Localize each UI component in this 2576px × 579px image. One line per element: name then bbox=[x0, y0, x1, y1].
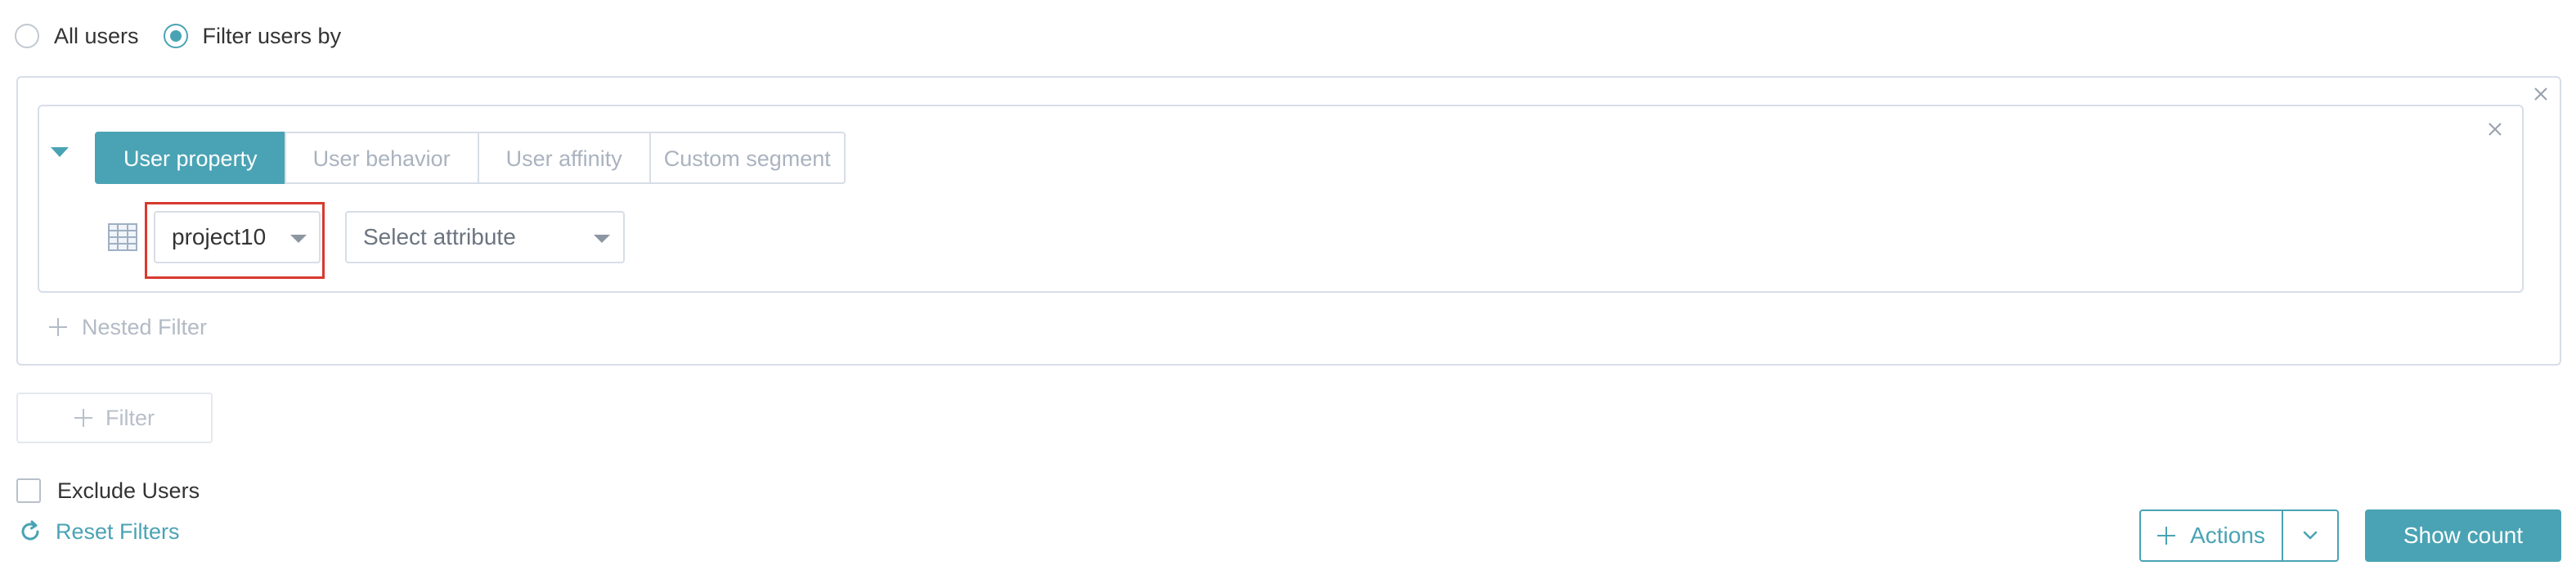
nested-filter-label: Nested Filter bbox=[82, 314, 208, 339]
table-icon bbox=[108, 223, 137, 251]
attribute-select-placeholder: Select attribute bbox=[363, 224, 516, 249]
add-filter-button[interactable]: Filter bbox=[16, 393, 213, 443]
audience-options: All users Filter users by bbox=[15, 20, 341, 52]
close-icon[interactable] bbox=[2484, 118, 2506, 141]
nested-filter-button[interactable]: Nested Filter bbox=[49, 311, 207, 343]
filter-type-tabs: User property User behavior User affinit… bbox=[95, 132, 846, 184]
project-select[interactable]: project10 bbox=[154, 211, 321, 263]
plus-icon bbox=[49, 318, 67, 336]
filter-users-by-label[interactable]: Filter users by bbox=[203, 24, 342, 49]
all-users-radio[interactable] bbox=[15, 24, 39, 48]
attribute-select[interactable]: Select attribute bbox=[345, 211, 625, 263]
show-count-button[interactable]: Show count bbox=[2365, 509, 2561, 562]
project-select-value: project10 bbox=[172, 224, 267, 249]
exclude-users-label[interactable]: Exclude Users bbox=[57, 478, 200, 504]
actions-split-button: Actions bbox=[2139, 509, 2339, 562]
chevron-down-icon bbox=[2303, 531, 2318, 540]
plus-icon bbox=[74, 409, 92, 427]
tab-user-affinity[interactable]: User affinity bbox=[477, 132, 651, 184]
tab-user-behavior[interactable]: User behavior bbox=[284, 132, 479, 184]
refresh-icon bbox=[21, 520, 39, 541]
reset-filters-link[interactable]: Reset Filters bbox=[18, 515, 180, 548]
close-icon[interactable] bbox=[2529, 83, 2552, 105]
all-users-label[interactable]: All users bbox=[54, 24, 139, 49]
reset-filters-label: Reset Filters bbox=[56, 518, 180, 544]
chevron-down-icon bbox=[290, 235, 307, 243]
actions-label: Actions bbox=[2190, 523, 2265, 548]
chevron-down-icon bbox=[594, 235, 610, 243]
plus-icon bbox=[2157, 527, 2176, 545]
actions-button[interactable]: Actions bbox=[2141, 511, 2283, 560]
exclude-users-checkbox[interactable] bbox=[16, 478, 41, 503]
exclude-users: Exclude Users bbox=[16, 474, 200, 507]
tab-user-property[interactable]: User property bbox=[95, 132, 286, 184]
actions-dropdown-toggle[interactable] bbox=[2283, 511, 2337, 560]
caret-down-icon[interactable] bbox=[51, 147, 69, 157]
filter-users-by-radio[interactable] bbox=[163, 24, 188, 48]
add-filter-label: Filter bbox=[105, 405, 155, 430]
tab-custom-segment[interactable]: Custom segment bbox=[648, 132, 846, 184]
